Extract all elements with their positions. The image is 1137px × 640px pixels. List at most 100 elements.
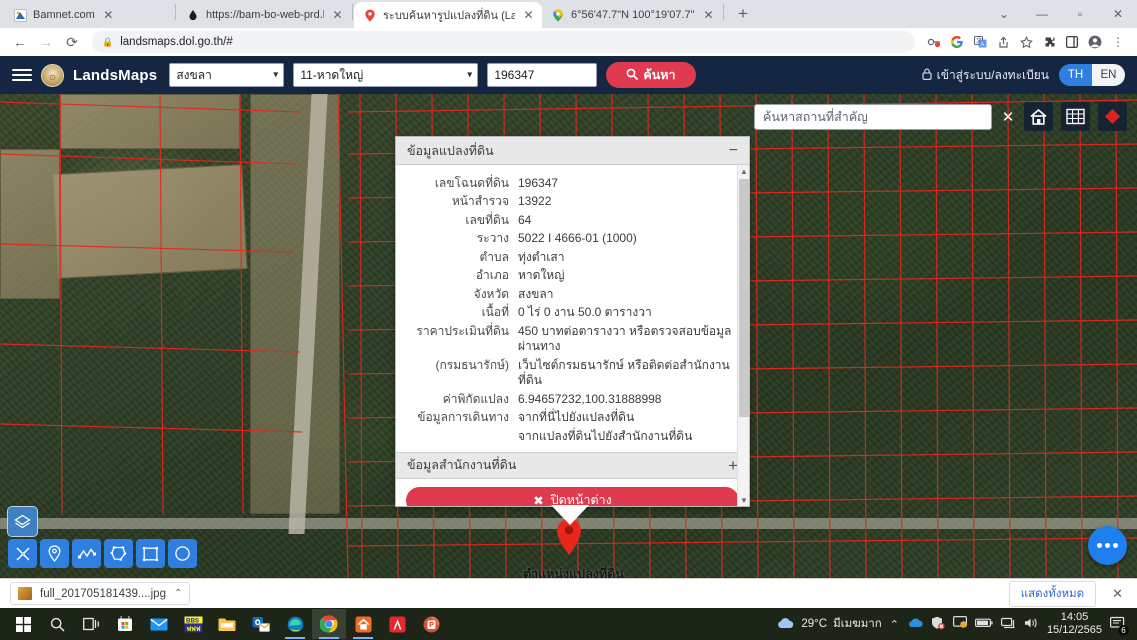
- parcel-number-input[interactable]: [487, 63, 598, 87]
- polygon-tool[interactable]: [104, 539, 133, 568]
- close-window-button[interactable]: ✖ ปิดหน้าต่าง: [406, 486, 739, 506]
- minimize-button[interactable]: —: [1023, 0, 1061, 28]
- minus-icon[interactable]: −: [729, 142, 738, 159]
- volume-icon[interactable]: [1024, 617, 1039, 632]
- start-windows-icon[interactable]: [6, 609, 40, 639]
- close-x-icon[interactable]: ✕: [1000, 108, 1016, 126]
- new-tab-button[interactable]: +: [730, 1, 756, 27]
- translate-icon[interactable]: 文A: [969, 31, 991, 53]
- table-row-travel: ข้อมูลการเดินทาง จากที่นี่ไปยังแปลงที่ดิ…: [396, 409, 749, 428]
- weather-widget[interactable]: 29°C มีเมฆมาก: [776, 615, 882, 633]
- display-settings-icon[interactable]: [952, 616, 967, 632]
- profile-avatar-icon[interactable]: [1084, 31, 1106, 53]
- table-row: เลขที่ดิน 64: [396, 211, 749, 230]
- bookmark-star-icon[interactable]: [1015, 31, 1037, 53]
- map-field-patch: [0, 149, 60, 299]
- treasury-department-link[interactable]: เว็บไซต์กรมธนารักษ์ หรือติดต่อสำนักงานที…: [518, 356, 749, 390]
- home-icon[interactable]: [1024, 102, 1053, 131]
- show-all-downloads-button[interactable]: แสดงทั้งหมด: [1008, 580, 1097, 607]
- lock-icon: 🔒: [102, 36, 114, 47]
- maximize-button[interactable]: ▫: [1061, 0, 1099, 28]
- panel-scrollbar[interactable]: ▲ ▼: [737, 165, 749, 506]
- google-chrome-icon[interactable]: [312, 609, 346, 639]
- browser-tab-1[interactable]: Bamnet.com ✕: [4, 2, 174, 28]
- panel-pointer-tail: [551, 505, 589, 525]
- battery-icon[interactable]: [974, 618, 993, 631]
- extensions-puzzle-icon[interactable]: [1038, 31, 1060, 53]
- map-tool-row-bottom: [8, 539, 197, 568]
- download-item[interactable]: full_201705181439....jpg ⌃: [10, 582, 191, 605]
- notification-icon[interactable]: 6: [1110, 616, 1129, 636]
- browser-tab-2-close-icon[interactable]: ✕: [330, 8, 345, 23]
- share-icon[interactable]: [992, 31, 1014, 53]
- browser-tab-3-close-icon[interactable]: ✕: [521, 8, 536, 23]
- row-label: ตำบล: [479, 249, 509, 264]
- lock-icon: [922, 68, 932, 83]
- forward-arrow-icon[interactable]: →: [34, 30, 58, 54]
- point-marker-tool[interactable]: [40, 539, 69, 568]
- app-header-right: เข้าสู่ระบบ/ลงทะเบียน TH EN: [922, 64, 1125, 86]
- bbs-app-icon[interactable]: BBS ฟฟฟ: [176, 609, 210, 639]
- land-office-section-header[interactable]: ข้อมูลสำนักงานที่ดิน +: [396, 451, 749, 479]
- minimize-to-tray-button[interactable]: ⌄: [985, 0, 1023, 28]
- browser-tab-4-close-icon[interactable]: ✕: [701, 8, 716, 23]
- onedrive-icon[interactable]: [907, 617, 923, 631]
- outlook-icon[interactable]: [244, 609, 278, 639]
- reload-icon[interactable]: ⟳: [60, 30, 84, 54]
- more-options-icon[interactable]: [1088, 526, 1127, 565]
- search-icon[interactable]: [40, 609, 74, 639]
- scroll-down-arrow-icon[interactable]: ▼: [738, 494, 749, 506]
- chevron-up-icon[interactable]: ⌃: [890, 618, 899, 631]
- scroll-up-arrow-icon[interactable]: ▲: [738, 165, 749, 177]
- search-button[interactable]: ค้นหา: [606, 62, 696, 88]
- microsoft-edge-icon[interactable]: [278, 609, 312, 639]
- coordinates-value[interactable]: 6.94657232,100.31888998: [518, 390, 749, 409]
- place-search-input[interactable]: [754, 103, 992, 130]
- powerpoint-icon[interactable]: P: [414, 609, 448, 639]
- row-value: สงขลา: [518, 286, 554, 301]
- close-window-button[interactable]: ✕: [1099, 0, 1137, 28]
- browser-tab-2[interactable]: https://bam-bo-web-prd.bam.co ✕: [177, 2, 351, 28]
- route-to-parcel-link[interactable]: จากที่นี่ไปยังแปลงที่ดิน: [518, 409, 749, 428]
- map-canvas[interactable]: ✕: [0, 94, 1137, 578]
- back-arrow-icon[interactable]: ←: [8, 30, 32, 54]
- grid-table-icon[interactable]: [1061, 102, 1090, 131]
- circle-tool[interactable]: [168, 539, 197, 568]
- browser-tab-3[interactable]: ระบบค้นหารูปแปลงที่ดิน (LandsMaps ✕: [354, 2, 542, 28]
- security-alert-icon[interactable]: [931, 616, 945, 633]
- layers-icon[interactable]: [1098, 102, 1127, 131]
- chrome-menu-icon[interactable]: ⋮: [1107, 31, 1129, 53]
- adobe-acrobat-icon[interactable]: [380, 609, 414, 639]
- network-icon[interactable]: [1000, 617, 1016, 632]
- taskbar-clock[interactable]: 14:05 15/12/2565: [1047, 611, 1102, 637]
- chevron-up-icon[interactable]: ⌃: [174, 588, 182, 599]
- task-view-icon[interactable]: [74, 609, 108, 639]
- lang-th-button[interactable]: TH: [1059, 64, 1092, 86]
- side-panel-icon[interactable]: [1061, 31, 1083, 53]
- measure-tool[interactable]: [8, 539, 37, 568]
- file-explorer-icon[interactable]: [210, 609, 244, 639]
- cloud-icon: [776, 617, 795, 632]
- close-download-bar-icon[interactable]: ✕: [1108, 586, 1127, 602]
- password-key-icon[interactable]: [923, 31, 945, 53]
- lang-en-button[interactable]: EN: [1092, 64, 1125, 86]
- download-bar-right: แสดงทั้งหมด ✕: [1008, 580, 1127, 607]
- login-register-link[interactable]: เข้าสู่ระบบ/ลงทะเบียน: [922, 66, 1049, 85]
- rectangle-tool[interactable]: [136, 539, 165, 568]
- polyline-tool[interactable]: [72, 539, 101, 568]
- eraser-tool[interactable]: [7, 506, 38, 537]
- province-select[interactable]: สงขลา: [169, 63, 285, 87]
- google-icon[interactable]: [946, 31, 968, 53]
- language-toggle[interactable]: TH EN: [1059, 64, 1125, 86]
- hamburger-menu-icon[interactable]: [12, 69, 32, 81]
- district-select[interactable]: 11-หาดใหญ่: [293, 63, 479, 87]
- browser-tab-1-close-icon[interactable]: ✕: [101, 8, 116, 23]
- microsoft-store-icon[interactable]: [108, 609, 142, 639]
- browser-tab-4[interactable]: 6°56'47.7"N 100°19'07.7"E - Goo ✕: [542, 2, 722, 28]
- mail-icon[interactable]: [142, 609, 176, 639]
- address-bar[interactable]: 🔒 landsmaps.dol.go.th/#: [92, 31, 915, 53]
- route-parcel-to-office-link[interactable]: จากแปลงที่ดินไปยังสำนักงานที่ดิน: [518, 427, 749, 446]
- scrollbar-thumb[interactable]: [739, 179, 749, 417]
- home-app-icon[interactable]: [346, 609, 380, 639]
- row-value: 64: [518, 212, 532, 227]
